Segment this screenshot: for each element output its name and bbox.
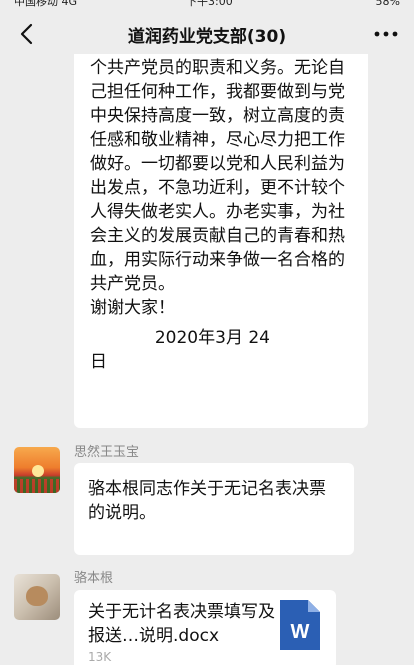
word-document-icon: W: [280, 600, 320, 650]
file-name: 关于无计名表决票填写及报送…说明.docx: [88, 602, 275, 646]
message-text: 骆本根同志作关于无记名表决票的说明。: [88, 479, 326, 523]
chevron-left-icon: [20, 23, 33, 45]
battery-label: 58%: [375, 0, 400, 8]
word-icon-letter: W: [291, 621, 310, 643]
sender-name: 思然王玉宝: [74, 445, 140, 460]
chat-title: 道润药业党支部(30): [127, 27, 287, 47]
avatar[interactable]: [14, 447, 60, 493]
nav-bar: 道润药业党支部(30): [0, 14, 414, 54]
more-dots-icon: [374, 31, 398, 37]
file-message-card[interactable]: 关于无计名表决票填写及报送…说明.docx 13K W: [74, 590, 336, 665]
message-text: 地的做好本职工作，模范的履行一个共产党员的职责和义务。无论自己担任何种工作，我都…: [90, 58, 345, 318]
message-date-text: 2020年3月 24 日: [90, 328, 270, 372]
message-bubble[interactable]: 地的做好本职工作，模范的履行一个共产党员的职责和义务。无论自己担任何种工作，我都…: [74, 54, 368, 428]
carrier-label: 中国移动 4G: [14, 0, 78, 8]
message-bubble[interactable]: 骆本根同志作关于无记名表决票的说明。: [74, 463, 354, 555]
chat-area[interactable]: 地的做好本职工作，模范的履行一个共产党员的职责和义务。无论自己担任何种工作，我都…: [0, 54, 414, 665]
sender-name: 骆本根: [74, 571, 114, 586]
avatar[interactable]: [14, 574, 60, 620]
more-button[interactable]: [370, 20, 402, 48]
file-size: 13K: [88, 650, 112, 664]
back-button[interactable]: [12, 20, 40, 48]
status-bar: 中国移动 4G 下午3:00 58%: [0, 0, 414, 14]
status-time: 下午3:00: [186, 0, 233, 8]
